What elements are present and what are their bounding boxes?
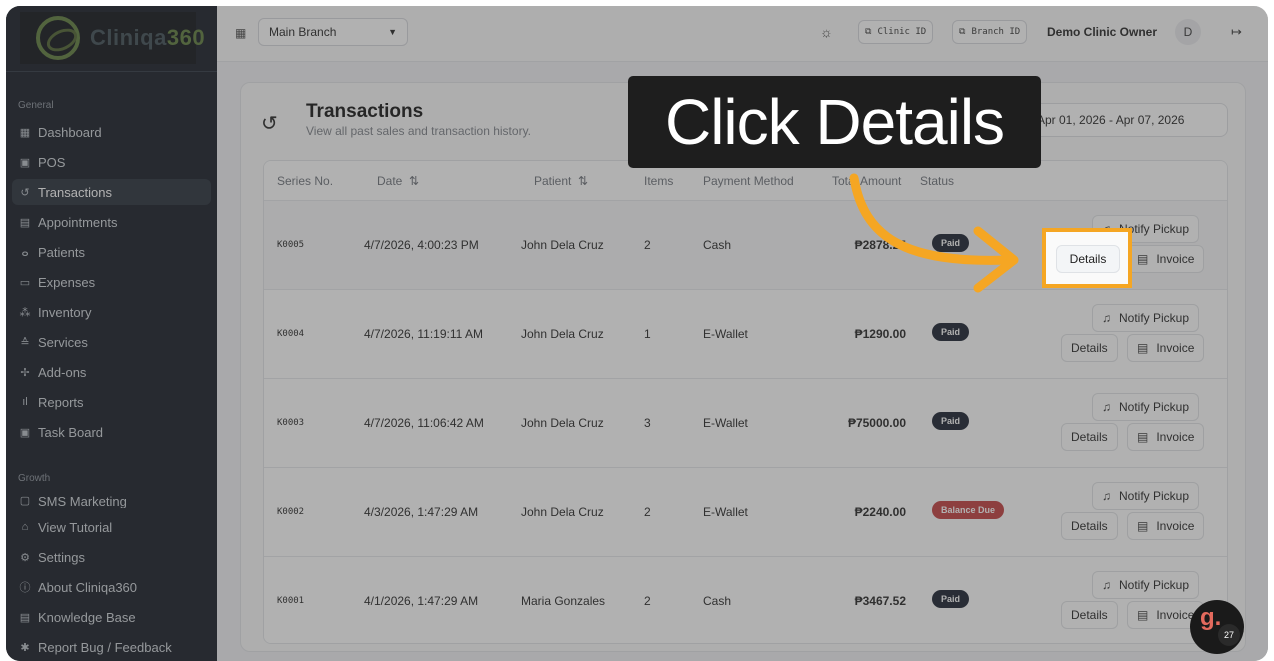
chat-widget-button[interactable]: g. 27 [1190,600,1244,654]
notification-count: 27 [1218,624,1240,646]
arrow-icon [849,173,1019,293]
chat-logo-icon: g. [1200,604,1222,631]
app-window: Cliniqa360 General ▦ Dashboard ▣ POS ↺ Tran… [6,6,1268,661]
